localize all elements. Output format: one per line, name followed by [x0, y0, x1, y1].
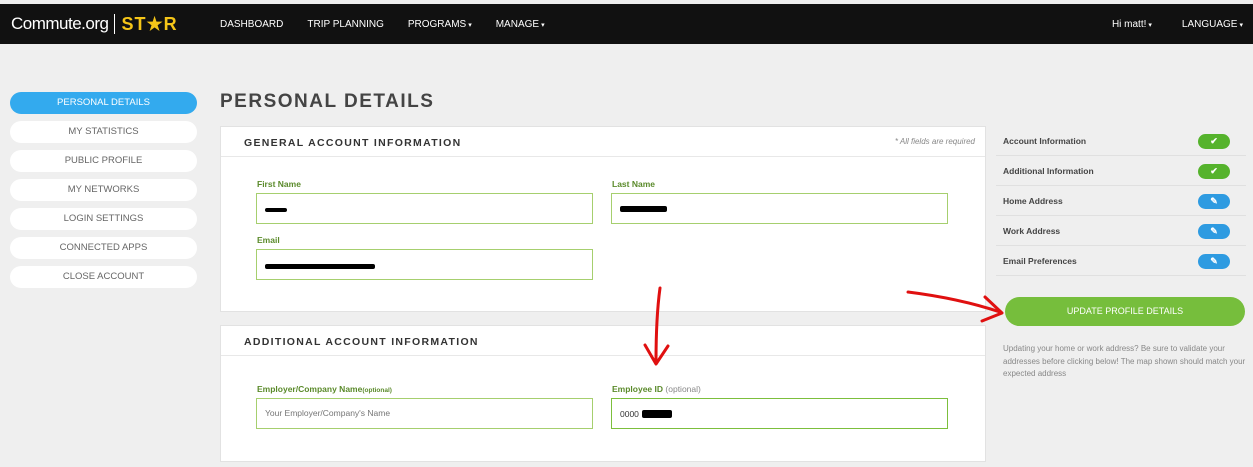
redaction-mark [642, 410, 672, 418]
sidebar-item-public-profile[interactable]: PUBLIC PROFILE [10, 150, 197, 172]
nav-manage[interactable]: MANAGE ▾ [496, 19, 545, 30]
status-label: Additional Information [1003, 166, 1094, 176]
nav-programs[interactable]: PROGRAMS ▾ [408, 19, 472, 30]
sidebar-item-login-settings[interactable]: LOGIN SETTINGS [10, 208, 197, 230]
status-label: Home Address [1003, 196, 1063, 206]
status-label: Email Preferences [1003, 256, 1077, 266]
status-row-email-preferences[interactable]: Email Preferences ✎ [996, 246, 1246, 276]
sidebar-item-close-account[interactable]: CLOSE ACCOUNT [10, 266, 197, 288]
check-icon: ✔ [1198, 134, 1230, 149]
employer-input[interactable] [256, 398, 593, 429]
chevron-down-icon: ▾ [1148, 21, 1152, 29]
email-field[interactable] [256, 249, 593, 280]
status-label: Work Address [1003, 226, 1061, 236]
employee-id-field[interactable]: 0000 [611, 398, 948, 429]
sidebar-item-my-statistics[interactable]: MY STATISTICS [10, 121, 197, 143]
employee-id-label-text: Employee ID [612, 384, 664, 394]
employer-label: Employer/Company Name(optional) [257, 384, 392, 394]
logo-divider [114, 14, 116, 34]
employer-optional-note: (optional) [362, 387, 392, 394]
address-help-text: Updating your home or work address? Be s… [1003, 344, 1246, 378]
top-navbar: Commute.org ST★R DASHBOARD TRIP PLANNING… [0, 4, 1253, 44]
required-note: * All fields are required [894, 137, 975, 146]
user-menu[interactable]: Hi matt! ▾ [1112, 19, 1152, 30]
brand-star-logo: ST★R [121, 13, 178, 34]
sidebar-item-personal-details[interactable]: PERSONAL DETAILS [10, 92, 197, 114]
card-title: ADDITIONAL ACCOUNT INFORMATION [244, 336, 479, 348]
nav-manage-label: MANAGE [495, 18, 540, 30]
redaction-mark [265, 208, 287, 212]
edit-icon: ✎ [1198, 254, 1230, 269]
status-row-additional-information[interactable]: Additional Information ✔ [996, 156, 1246, 186]
employee-id-label: Employee ID (optional) [612, 384, 701, 394]
employee-id-optional-note: (optional) [665, 384, 701, 394]
additional-account-card: ADDITIONAL ACCOUNT INFORMATION Employer/… [220, 325, 986, 462]
sidebar: PERSONAL DETAILS MY STATISTICS PUBLIC PR… [10, 92, 197, 295]
page-title: PERSONAL DETAILS [220, 91, 435, 112]
sidebar-item-connected-apps[interactable]: CONNECTED APPS [10, 237, 197, 259]
edit-icon: ✎ [1198, 194, 1230, 209]
update-profile-button[interactable]: UPDATE PROFILE DETAILS [1005, 297, 1245, 326]
employer-label-text: Employer/Company Name [257, 384, 363, 394]
main-nav: DASHBOARD TRIP PLANNING PROGRAMS ▾ MANAGE… [220, 4, 569, 44]
email-label: Email [257, 235, 280, 245]
redaction-mark [620, 206, 667, 212]
nav-dashboard[interactable]: DASHBOARD [220, 19, 283, 30]
redaction-mark [265, 264, 375, 269]
user-greeting: Hi matt! [1111, 18, 1147, 30]
general-account-card: GENERAL ACCOUNT INFORMATION * All fields… [220, 126, 986, 312]
status-row-account-information[interactable]: Account Information ✔ [996, 126, 1246, 156]
last-name-field[interactable] [611, 193, 948, 224]
brand-text: Commute.org [11, 14, 109, 33]
status-row-home-address[interactable]: Home Address ✎ [996, 186, 1246, 216]
edit-icon: ✎ [1198, 224, 1230, 239]
nav-programs-label: PROGRAMS [407, 18, 467, 30]
brand-logo[interactable]: Commute.org ST★R [11, 4, 178, 44]
chevron-down-icon: ▾ [468, 21, 472, 29]
nav-trip-planning[interactable]: TRIP PLANNING [307, 19, 384, 30]
language-menu[interactable]: LANGUAGE ▾ [1182, 19, 1243, 30]
card-header: ADDITIONAL ACCOUNT INFORMATION [221, 326, 985, 356]
employee-id-value: 0000 [620, 409, 639, 419]
card-header: GENERAL ACCOUNT INFORMATION * All fields… [221, 127, 985, 157]
chevron-down-icon: ▾ [1239, 21, 1243, 29]
card-title: GENERAL ACCOUNT INFORMATION [244, 137, 462, 149]
first-name-label: First Name [257, 179, 301, 189]
profile-status-list: Account Information ✔ Additional Informa… [996, 126, 1246, 276]
language-label: LANGUAGE [1181, 18, 1238, 30]
chevron-down-icon: ▾ [541, 21, 545, 29]
check-icon: ✔ [1198, 164, 1230, 179]
last-name-label: Last Name [612, 179, 655, 189]
sidebar-item-my-networks[interactable]: MY NETWORKS [10, 179, 197, 201]
status-row-work-address[interactable]: Work Address ✎ [996, 216, 1246, 246]
nav-right: Hi matt! ▾ LANGUAGE ▾ [1082, 4, 1243, 44]
status-label: Account Information [1003, 136, 1087, 146]
first-name-field[interactable] [256, 193, 593, 224]
